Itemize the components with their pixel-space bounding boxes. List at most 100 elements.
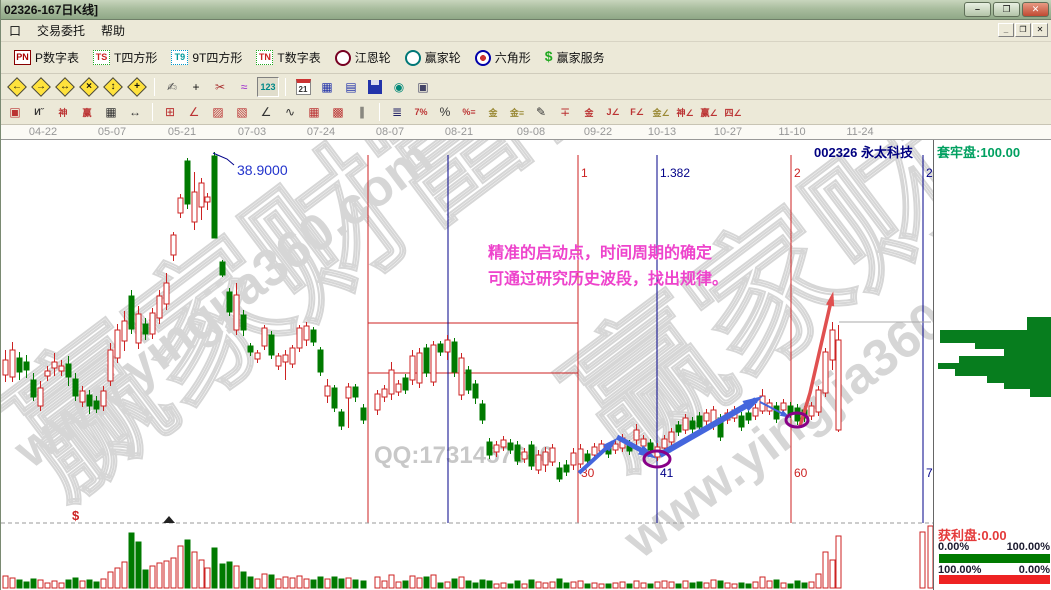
volume-bar	[438, 583, 443, 588]
mdi-close-button[interactable]: ✕	[1032, 23, 1048, 37]
menu-item-口[interactable]: 口	[1, 20, 29, 41]
percent-icon[interactable]: %	[434, 102, 456, 122]
menu-item-交易委托[interactable]: 交易委托	[29, 20, 93, 41]
gold-lines-icon[interactable]: 金≡	[506, 102, 528, 122]
volume-bar	[220, 564, 225, 588]
calendar-icon[interactable]: 21	[292, 77, 314, 97]
calculator-icon[interactable]: ▦	[316, 77, 338, 97]
dense-grid-icon[interactable]: ▦	[100, 102, 122, 122]
volume-bar	[157, 563, 162, 588]
win-angle-icon[interactable]: 赢∠	[698, 102, 720, 122]
volume-bar	[753, 582, 758, 588]
gold-circle-icon[interactable]: 金	[482, 102, 504, 122]
hexagon-button[interactable]: 六角形	[468, 47, 538, 68]
date-tick-07-03: 07-03	[238, 126, 266, 138]
shen-tool-icon[interactable]: 神	[52, 102, 74, 122]
url-watermark: www.yingjia360.com	[3, 140, 443, 480]
notes-icon[interactable]: ▤	[340, 77, 362, 97]
gann-axis-icon[interactable]: ∓	[554, 102, 576, 122]
si-angle-icon[interactable]: 四∠	[722, 102, 744, 122]
grid-arrow-icon[interactable]: ▩	[327, 102, 349, 122]
mdi-minimize-button[interactable]: _	[998, 23, 1014, 37]
polyline-tool-icon[interactable]: ≈	[233, 77, 255, 97]
crosshair-icon[interactable]: +	[185, 77, 207, 97]
shen-angle-icon[interactable]: 神∠	[674, 102, 696, 122]
gann-fan-icon[interactable]: ∠	[183, 102, 205, 122]
diamond-expand-h-icon[interactable]: ↔	[54, 77, 76, 97]
volume-bar	[396, 582, 401, 588]
volume-bar	[318, 577, 323, 588]
j-angle-icon[interactable]: J∠	[602, 102, 624, 122]
diamond-prev-icon[interactable]: ←	[6, 77, 28, 97]
t-square-button[interactable]: TST四方形	[86, 47, 164, 68]
brush-icon[interactable]: ✎	[530, 102, 552, 122]
gann-wheel-button[interactable]: 江恩轮	[328, 47, 398, 68]
gann-box-icon[interactable]: ⊞	[159, 102, 181, 122]
p-number-table-button[interactable]: PNP数字表	[7, 47, 86, 68]
candle-body	[234, 295, 239, 330]
parallel-lines-icon[interactable]: ∥	[351, 102, 373, 122]
date-tick-05-07: 05-07	[98, 126, 126, 138]
percent-lines-icon[interactable]: %≡	[458, 102, 480, 122]
candlestick-chart[interactable]: 赢家财富网赢家财富网www.yingjia360.comwww.yingjia3…	[1, 140, 933, 590]
9t-square-icon: T9	[171, 50, 188, 65]
diamond-cross-icon[interactable]: ×	[78, 77, 100, 97]
close-button[interactable]: ✕	[1022, 2, 1049, 17]
candle-body	[262, 328, 267, 346]
f-angle-icon[interactable]: F∠	[626, 102, 648, 122]
gold-section-icon[interactable]: 金	[578, 102, 600, 122]
toolbar-separator	[152, 103, 153, 121]
diamond-next-icon[interactable]: →	[30, 77, 52, 97]
t-number-table-button[interactable]: TNT数字表	[249, 47, 327, 68]
volume-bar	[94, 582, 99, 588]
grid-target-icon[interactable]: ▣	[4, 102, 26, 122]
candle-body	[809, 406, 814, 416]
save-icon[interactable]	[364, 77, 386, 97]
mdi-restore-button[interactable]: ❐	[1015, 23, 1031, 37]
candle-body	[325, 386, 330, 396]
gold-angle-icon[interactable]: 金∠	[650, 102, 672, 122]
volume-bar	[501, 583, 506, 588]
h-span-icon[interactable]: ↔	[124, 102, 146, 122]
winner-service-button[interactable]: $赢家服务	[538, 47, 612, 68]
minimize-button[interactable]: –	[964, 2, 991, 17]
gann-wheel-button-label: 江恩轮	[355, 49, 391, 66]
volume-bar	[836, 536, 841, 588]
diamond-expand-v-icon[interactable]: ↕	[102, 77, 124, 97]
chart-area[interactable]: 赢家财富网赢家财富网www.yingjia360.comwww.yingjia3…	[1, 140, 1051, 590]
restore-button[interactable]: ❐	[993, 2, 1020, 17]
win-tool-icon[interactable]: 赢	[76, 102, 98, 122]
volume-bar	[192, 552, 197, 588]
volume-bar	[3, 576, 8, 588]
cycle-123-icon[interactable]: 123	[257, 77, 279, 97]
percent-7-icon[interactable]: 7%	[410, 102, 432, 122]
web-data-icon[interactable]: ◉	[388, 77, 410, 97]
t-square-icon: TS	[93, 50, 110, 65]
volume-bar	[346, 578, 351, 588]
fib-zone-icon[interactable]: ▧	[231, 102, 253, 122]
candle-body	[52, 362, 57, 368]
p-number-table-button-label: P数字表	[35, 49, 79, 66]
wave-tool-icon[interactable]: ∿	[279, 102, 301, 122]
red-grid-icon[interactable]: ▦	[303, 102, 325, 122]
volume-bar	[536, 582, 541, 588]
print-icon[interactable]: ▣	[412, 77, 434, 97]
winner-wheel-button[interactable]: 赢家轮	[398, 47, 468, 68]
volume-bar	[185, 540, 190, 588]
fib-arc-icon[interactable]: ▨	[207, 102, 229, 122]
candle-body	[522, 452, 527, 459]
candle-body	[564, 465, 569, 472]
cut-tool-icon[interactable]: ✂	[209, 77, 231, 97]
9t-square-button[interactable]: T99T四方形	[164, 47, 249, 68]
menu-item-帮助[interactable]: 帮助	[93, 20, 133, 41]
hand-tool-icon[interactable]: ✍	[161, 77, 183, 97]
ruler-lines-icon[interactable]: ≣	[386, 102, 408, 122]
candle-body	[515, 445, 520, 461]
candle-body	[212, 156, 217, 238]
candle-body	[662, 439, 667, 448]
candle-body	[501, 440, 506, 447]
trend-angle-icon[interactable]: ∠	[255, 102, 277, 122]
angle-marks-icon[interactable]: И˝	[28, 102, 50, 122]
candle-body	[24, 362, 29, 370]
diamond-move-icon[interactable]: +	[126, 77, 148, 97]
